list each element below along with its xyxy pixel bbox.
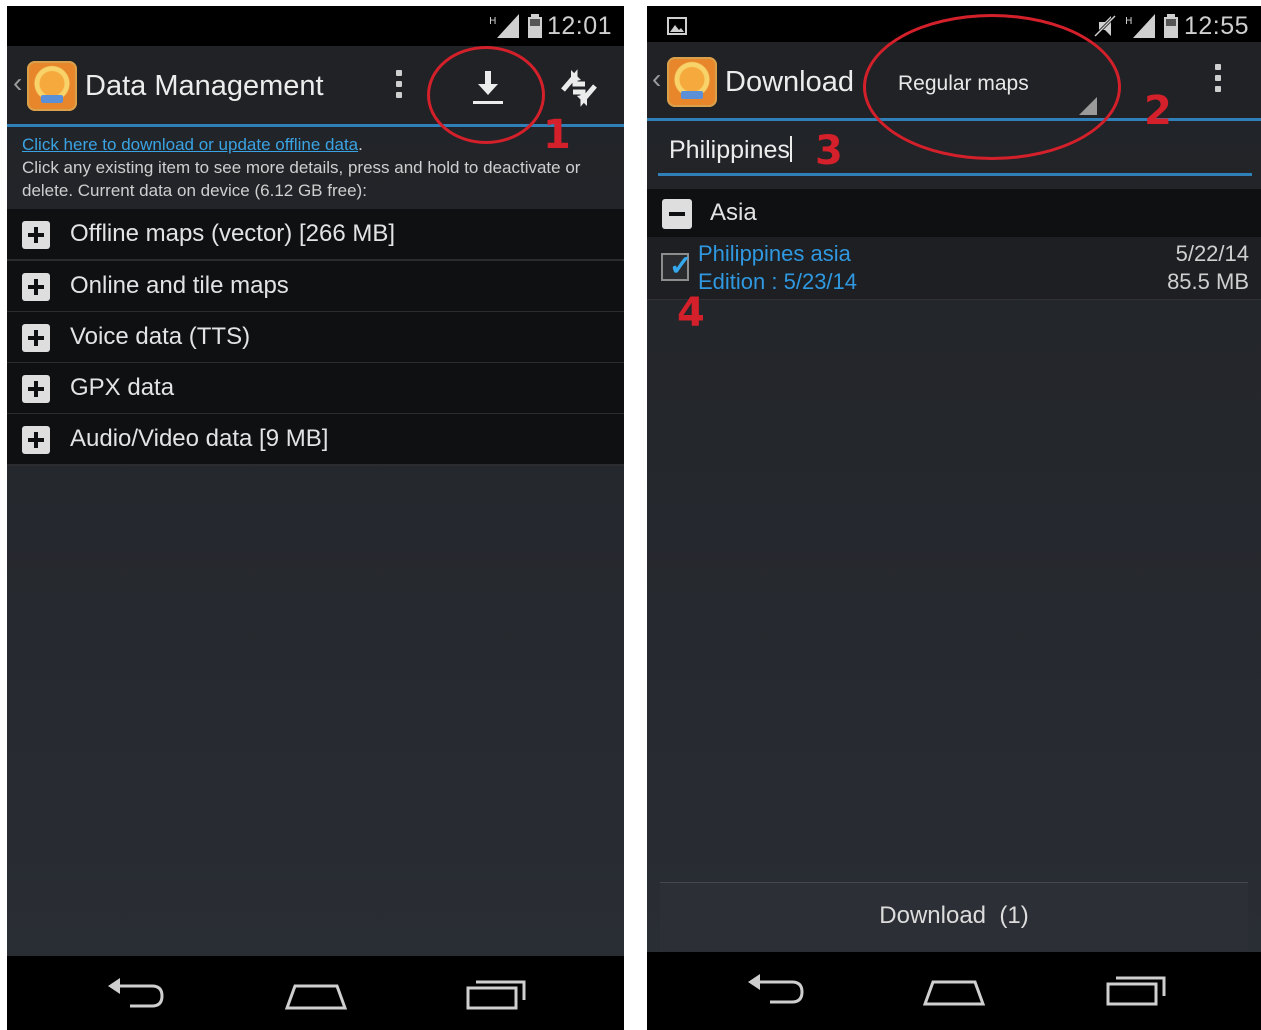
back-nav-icon[interactable] — [102, 970, 172, 1014]
svg-text:H: H — [489, 16, 497, 27]
signal-icon: H — [489, 14, 519, 38]
category-row-online-maps[interactable]: Online and tile maps — [7, 261, 624, 313]
mute-icon — [1093, 14, 1117, 38]
recents-nav-icon[interactable] — [462, 970, 532, 1014]
group-label: Asia — [710, 199, 757, 226]
list-item-philippines[interactable]: ✓ Philippines asia Edition : 5/23/14 5/2… — [647, 237, 1261, 300]
app-logo-icon[interactable] — [667, 57, 717, 107]
expand-plus-icon[interactable] — [22, 375, 50, 403]
image-notification-icon — [667, 17, 687, 35]
status-time: 12:01 — [546, 12, 612, 40]
text-caret — [789, 136, 792, 162]
app-logo-icon[interactable] — [27, 61, 77, 111]
battery-icon — [528, 14, 542, 38]
search-input[interactable]: Philippines — [669, 136, 792, 165]
signal-icon: H — [1125, 14, 1155, 38]
category-row-offline-maps[interactable]: Offline maps (vector) [266 MB] — [7, 209, 624, 261]
back-chevron-icon[interactable]: ‹ — [652, 64, 664, 94]
checkmark-icon: ✓ — [669, 250, 693, 281]
category-label: Online and tile maps — [70, 272, 289, 299]
item-checkbox[interactable]: ✓ — [661, 250, 692, 281]
sync-icon[interactable] — [557, 68, 601, 108]
item-name: Philippines asia — [698, 241, 851, 266]
item-size: 85.5 MB — [1167, 269, 1249, 294]
item-edition: Edition : 5/23/14 — [698, 269, 858, 294]
page-title: Download — [725, 66, 854, 98]
expand-plus-icon[interactable] — [22, 273, 50, 301]
annotation-number-3: 3 — [815, 128, 843, 174]
category-row-audio-video[interactable]: Audio/Video data [9 MB] — [7, 414, 624, 466]
category-label: GPX data — [70, 374, 175, 401]
annotation-number-4: 4 — [677, 290, 705, 336]
category-label: Offline maps (vector) [266 MB] — [70, 220, 396, 247]
download-button[interactable]: Download (1) — [660, 883, 1248, 951]
overflow-menu-icon[interactable] — [396, 70, 402, 103]
expand-plus-icon[interactable] — [22, 221, 50, 249]
collapse-minus-icon[interactable] — [662, 199, 692, 229]
category-row-voice-data[interactable]: Voice data (TTS) — [7, 312, 624, 364]
data-management-screen: H 12:01 ‹ Data Management 1 Click here t… — [7, 6, 624, 1030]
status-time: 12:55 — [1183, 12, 1249, 40]
item-date: 5/22/14 — [1175, 241, 1249, 266]
annotation-circle-1 — [427, 46, 545, 144]
category-row-gpx-data[interactable]: GPX data — [7, 363, 624, 415]
annotation-number-2: 2 — [1144, 88, 1172, 134]
info-description: Click any existing item to see more deta… — [22, 158, 581, 200]
expand-plus-icon[interactable] — [22, 426, 50, 454]
back-nav-icon[interactable] — [742, 966, 812, 1010]
category-label: Audio/Video data [9 MB] — [70, 425, 329, 452]
download-offline-data-link[interactable]: Click here to download or update offline… — [22, 135, 358, 154]
status-bar: H 12:01 — [7, 6, 624, 46]
home-nav-icon[interactable] — [919, 966, 989, 1010]
download-screen: H 12:55 ‹ Download Regular maps 2 Philip… — [647, 6, 1261, 1030]
category-label: Voice data (TTS) — [70, 323, 251, 350]
overflow-menu-icon[interactable] — [1215, 64, 1221, 97]
navigation-bar — [7, 956, 624, 1030]
link-period: . — [358, 135, 363, 154]
recents-nav-icon[interactable] — [1102, 966, 1172, 1010]
home-nav-icon[interactable] — [281, 970, 351, 1014]
page-title: Data Management — [85, 70, 324, 102]
back-chevron-icon[interactable]: ‹ — [13, 68, 25, 98]
svg-text:H: H — [1125, 16, 1133, 27]
group-row-asia[interactable]: Asia — [647, 189, 1261, 237]
search-field[interactable]: Philippines — [658, 131, 1252, 176]
expand-plus-icon[interactable] — [22, 324, 50, 352]
info-text-block: Click here to download or update offline… — [22, 133, 612, 202]
search-value: Philippines — [669, 136, 790, 164]
battery-icon — [1164, 14, 1178, 38]
navigation-bar — [647, 952, 1261, 1030]
